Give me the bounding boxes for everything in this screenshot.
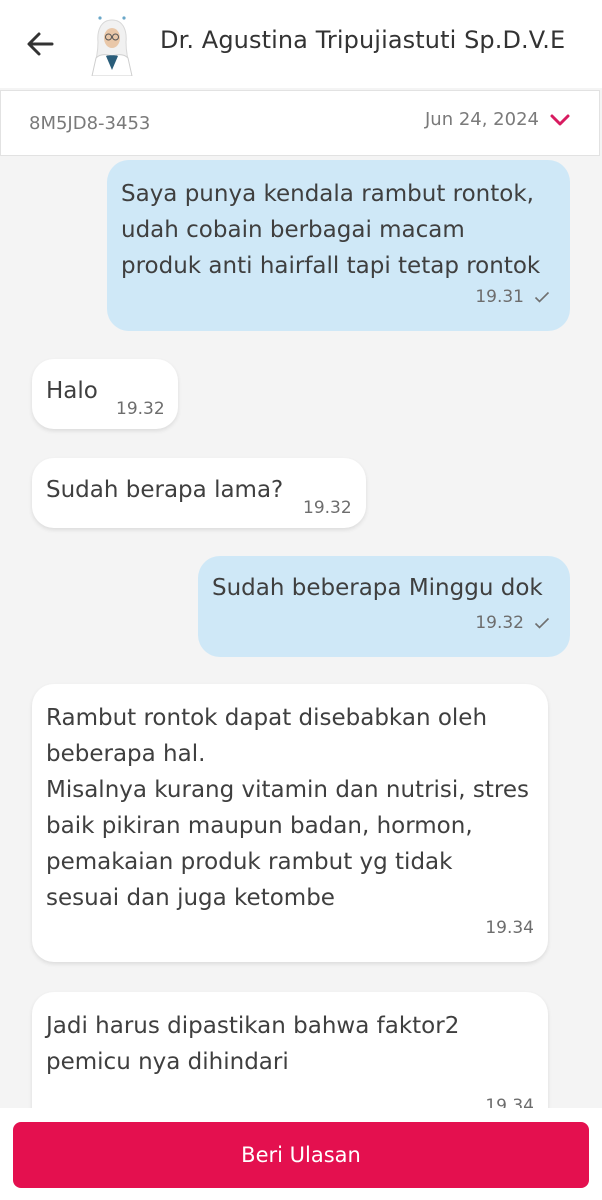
arrow-left-icon	[27, 32, 54, 56]
chevron-down-icon	[550, 114, 570, 125]
footer-bar: Beri Ulasan	[0, 1108, 602, 1200]
review-button[interactable]: Beri Ulasan	[13, 1122, 589, 1188]
chat-header: Dr. Agustina Tripujiastuti Sp.D.V.E	[0, 0, 602, 88]
message-bubble-outgoing: Saya punya kendala rambut rontok, udah c…	[107, 160, 570, 331]
check-icon	[534, 617, 550, 629]
session-date: Jun 24, 2024	[424, 109, 539, 130]
message-meta: 19.31	[475, 279, 550, 315]
message-time: 19.32	[116, 399, 165, 419]
doctor-name: Dr. Agustina Tripujiastuti Sp.D.V.E	[160, 26, 566, 54]
message-time: 19.32	[475, 613, 524, 633]
avatar[interactable]	[86, 12, 138, 76]
message-time: 19.31	[475, 287, 524, 307]
message-time: 19.34	[485, 918, 534, 938]
check-icon	[534, 291, 550, 303]
message-text: Rambut rontok dapat disebabkan oleh bebe…	[46, 705, 529, 911]
message-text: Sudah berapa lama?	[46, 477, 284, 503]
message-text: Halo	[46, 378, 98, 404]
session-info-bar: 8M5JD8-3453 Jun 24, 2024	[0, 90, 600, 156]
date-dropdown[interactable]: Jun 24, 2024	[425, 109, 571, 130]
message-text: Sudah beberapa Minggu dok	[212, 575, 543, 601]
message-bubble-incoming: Halo 19.32	[32, 359, 178, 429]
message-meta: 19.34	[485, 910, 534, 946]
message-text: Jadi harus dipastikan bahwa faktor2 pemi…	[46, 1013, 460, 1075]
message-bubble-outgoing: Sudah beberapa Minggu dok 19.32	[198, 556, 570, 657]
order-id: 8M5JD8-3453	[29, 113, 151, 134]
message-time: 19.32	[303, 498, 352, 518]
message-bubble-incoming: Sudah berapa lama? 19.32	[32, 458, 366, 528]
message-bubble-incoming: Rambut rontok dapat disebabkan oleh bebe…	[32, 684, 548, 962]
message-meta: 19.32	[475, 605, 550, 641]
back-button[interactable]	[22, 26, 58, 62]
message-text: Saya punya kendala rambut rontok, udah c…	[121, 181, 541, 279]
doctor-avatar	[86, 12, 138, 76]
